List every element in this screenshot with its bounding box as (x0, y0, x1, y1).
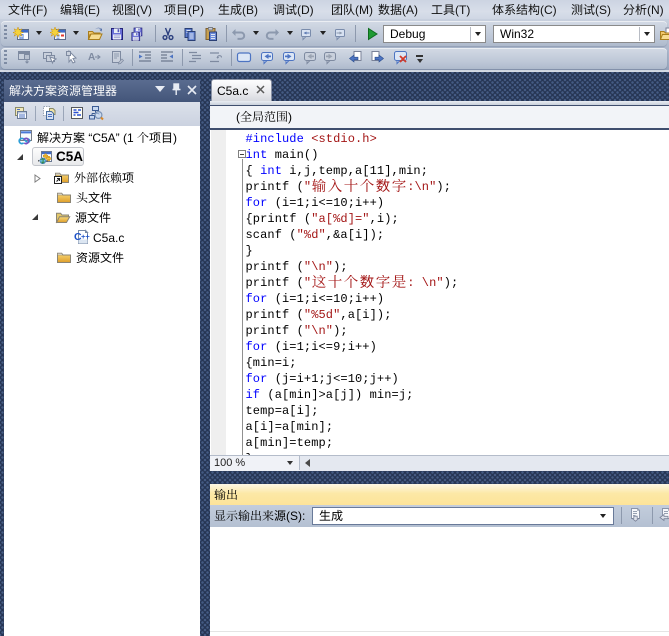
svg-text:++: ++ (81, 232, 90, 241)
svg-text:A: A (88, 52, 95, 63)
